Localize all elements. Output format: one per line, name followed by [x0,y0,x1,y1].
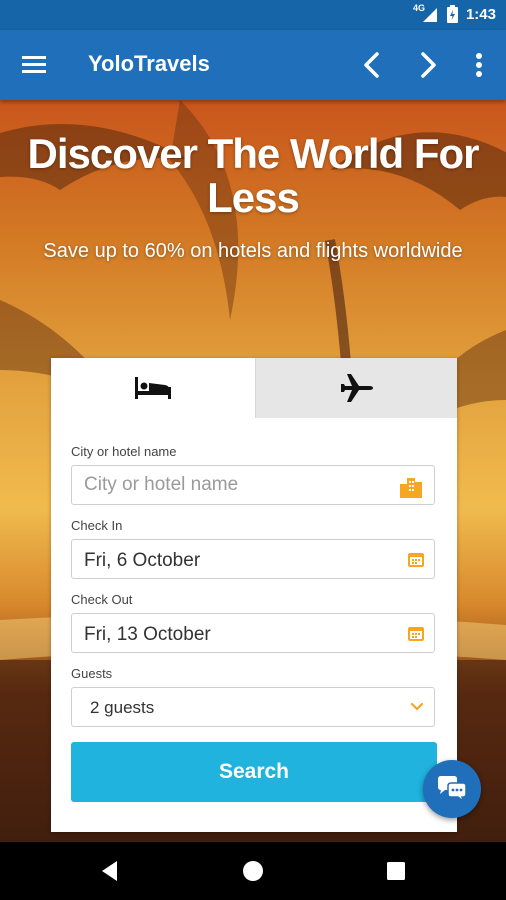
hero-subtitle: Save up to 60% on hotels and flights wor… [43,240,463,262]
hero-headline: Discover The World For Less [27,130,480,221]
status-indicators: 4G 1:43 [413,3,496,23]
chat-bubbles-icon [438,776,467,803]
status-bar: 4G 1:43 [0,0,506,30]
bed-icon [135,377,171,399]
status-time: 1:43 [465,5,496,23]
calendar-icon [408,627,424,641]
city-input[interactable] [84,466,384,504]
more-vert-icon[interactable] [462,48,496,82]
guests-select[interactable]: 2 guests [71,687,435,727]
check-in-value: Fri, 6 October [84,550,201,571]
battery-icon [446,5,458,23]
check-in-field[interactable]: Fri, 6 October [71,539,435,579]
search-card: City or hotel name Check In Fri, 6 Octob… [51,358,457,832]
tab-flights[interactable] [255,358,457,418]
app-bar: YoloTravels [0,30,506,100]
check-out-field[interactable]: Fri, 13 October [71,613,435,653]
signal-icon: 4G [413,3,439,23]
check-in-label: Check In [71,518,123,533]
search-button[interactable]: Search [71,742,437,802]
city-buildings-icon [400,478,422,498]
app-title: YoloTravels [88,51,210,76]
chevron-right-icon[interactable] [410,48,444,82]
chevron-down-icon [410,702,424,711]
check-out-value: Fri, 13 October [84,624,211,645]
search-type-tabs [51,358,457,418]
calendar-icon [408,553,424,567]
city-field[interactable] [71,465,435,505]
check-out-label: Check Out [71,592,133,607]
city-label: City or hotel name [71,444,177,459]
chevron-left-icon[interactable] [356,48,390,82]
airplane-icon [340,374,373,402]
chat-button[interactable] [423,760,481,818]
menu-icon[interactable] [22,54,48,76]
guests-value: 2 guests [90,698,155,717]
back-icon[interactable] [95,856,125,886]
recents-icon[interactable] [381,856,411,886]
tab-hotels[interactable] [51,358,255,418]
guests-label: Guests [71,666,113,681]
system-nav-bar [0,842,506,900]
home-icon[interactable] [238,856,268,886]
